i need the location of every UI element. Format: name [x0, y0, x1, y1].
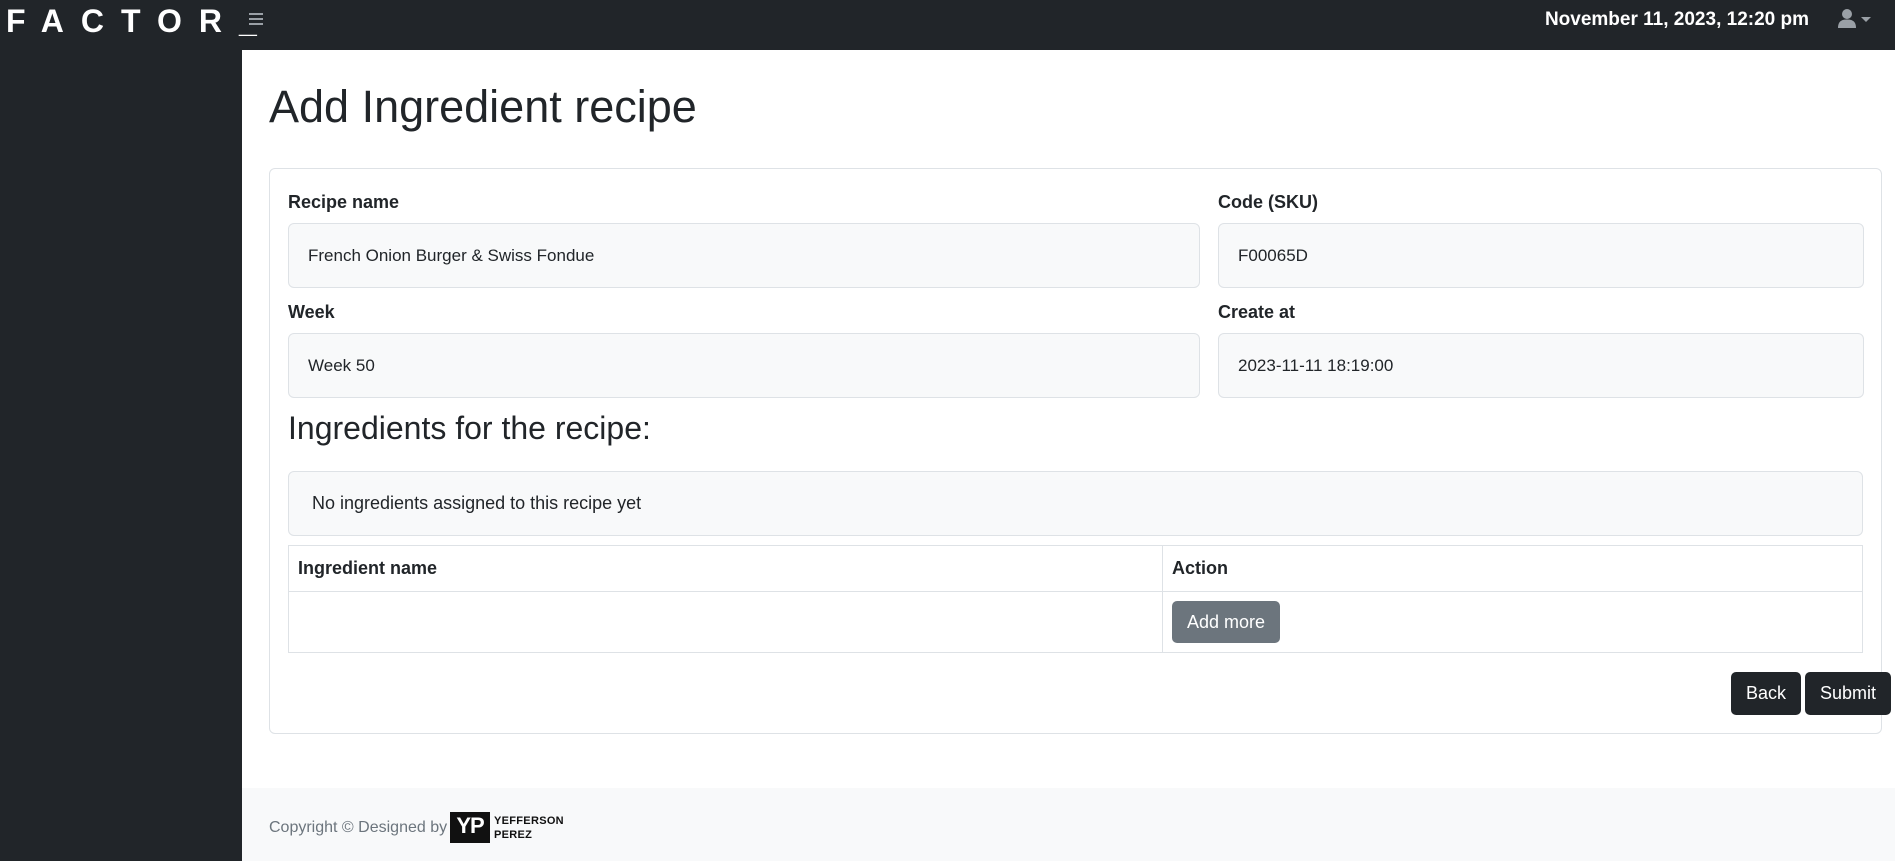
action-cell: Add more: [1162, 591, 1863, 653]
user-menu-toggle[interactable]: [1838, 8, 1871, 28]
page-title: Add Ingredient recipe: [269, 81, 697, 132]
submit-button[interactable]: Submit: [1805, 672, 1892, 715]
footer: Copyright © Designed by YP YEFFERSON PER…: [242, 788, 1895, 861]
create-at-field[interactable]: 2023-11-11 18:19:00: [1218, 333, 1864, 398]
ingredients-section-title: Ingredients for the recipe:: [288, 410, 651, 446]
ingredients-table: Ingredient name Action Add more: [288, 545, 1863, 653]
sidebar: [0, 50, 242, 861]
code-sku-label: Code (SKU): [1218, 192, 1318, 212]
back-button[interactable]: Back: [1731, 672, 1802, 715]
designer-logo-line1: YEFFERSON: [494, 814, 564, 827]
ingredient-name-cell: [288, 591, 1163, 653]
top-navbar: FACTOR_ November 11, 2023, 12:20 pm: [0, 0, 1895, 50]
brand-logo[interactable]: FACTOR_: [6, 2, 274, 40]
empty-ingredients-alert: No ingredients assigned to this recipe y…: [288, 471, 1863, 536]
designer-logo-words: YEFFERSON PEREZ: [494, 814, 564, 842]
caret-down-icon: [1861, 16, 1871, 22]
current-datetime: November 11, 2023, 12:20 pm: [1544, 9, 1809, 30]
designer-logo[interactable]: YP YEFFERSON PEREZ: [450, 812, 564, 843]
week-field[interactable]: Week 50: [288, 333, 1200, 398]
hamburger-icon[interactable]: [249, 10, 267, 30]
code-sku-field[interactable]: F00065D: [1218, 223, 1864, 288]
table-header-row: Ingredient name Action: [288, 545, 1863, 592]
designer-logo-line2: PEREZ: [494, 828, 533, 841]
week-label: Week: [288, 302, 335, 322]
recipe-name-field[interactable]: French Onion Burger & Swiss Fondue: [288, 223, 1200, 288]
main-content: Add Ingredient recipe Recipe name French…: [242, 50, 1895, 788]
add-more-button[interactable]: Add more: [1172, 601, 1281, 643]
recipe-name-label: Recipe name: [288, 192, 400, 212]
copyright-text: Copyright © Designed by: [269, 819, 448, 836]
column-header-ingredient-name: Ingredient name: [288, 545, 1163, 592]
table-row: Add more: [288, 591, 1863, 653]
recipe-form-card: Recipe name French Onion Burger & Swiss …: [269, 168, 1892, 734]
column-header-action: Action: [1162, 545, 1863, 592]
create-at-label: Create at: [1218, 302, 1296, 322]
user-icon: [1838, 9, 1856, 28]
designer-logo-mark: YP: [450, 812, 490, 843]
